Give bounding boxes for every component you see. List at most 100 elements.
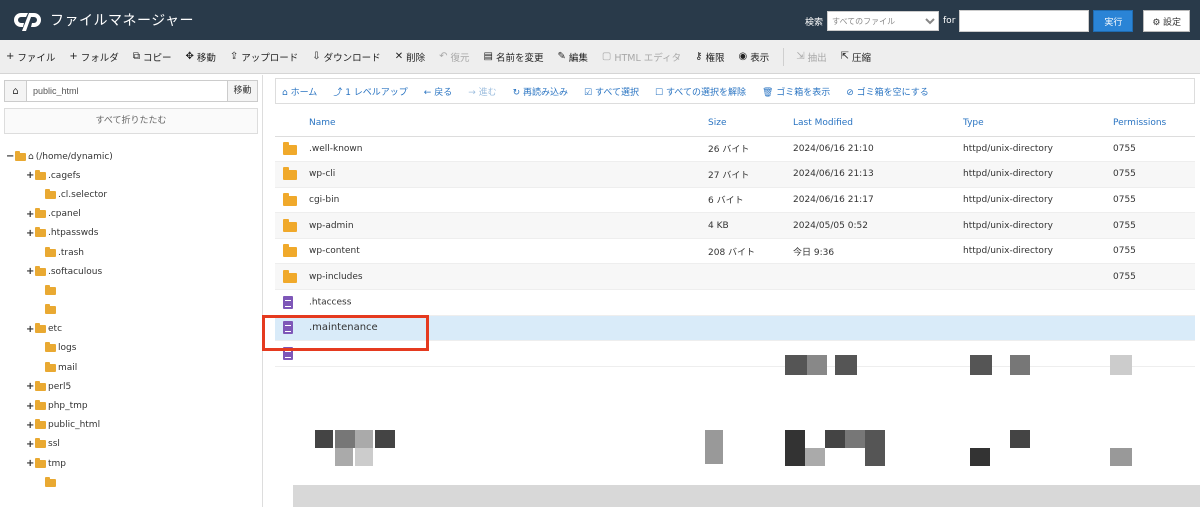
toolbar-button-plus[interactable]: + ファイル (6, 50, 55, 64)
action-forward[interactable]: → 進む (468, 85, 496, 98)
expand-toggle-icon[interactable]: + (26, 266, 35, 277)
expand-toggle-icon[interactable]: + (26, 324, 35, 335)
action-trash[interactable]: 🗑 ゴミ箱を表示 (762, 85, 830, 98)
folder-icon (45, 188, 56, 199)
expand-toggle-icon[interactable]: + (26, 458, 35, 469)
tree-item[interactable]: + php_tmp (6, 396, 113, 415)
expand-toggle-icon[interactable]: + (26, 381, 35, 392)
settings-button[interactable]: ⚙ 設定 (1143, 10, 1190, 32)
toolbar-button-view[interactable]: ◉ 表示 (738, 50, 769, 64)
view-icon: ◉ (738, 51, 748, 62)
extract-icon: ⇲ (796, 51, 805, 62)
path-input[interactable] (27, 82, 227, 100)
toolbar-button-plus[interactable]: + フォルダ (69, 50, 118, 64)
column-size[interactable]: Size (700, 110, 785, 137)
cell-type: httpd/unix-directory (963, 194, 1053, 205)
action-empty-trash[interactable]: ⊘ ゴミ箱を空にする (846, 85, 929, 98)
table-row[interactable]: .maintenance (275, 315, 1195, 341)
tree-item[interactable]: + .softaculous (6, 262, 113, 281)
action-home[interactable]: ⌂ ホーム (282, 85, 317, 98)
upload-icon: ⇪ (229, 51, 239, 62)
cell-last-modified: 2024/05/05 0:52 (793, 220, 868, 231)
action-level-up[interactable]: ⤴ 1 レベルアップ (333, 85, 407, 98)
home-icon[interactable]: ⌂ (5, 81, 27, 101)
toolbar-button-compress[interactable]: ⇱ 圧縮 (841, 50, 871, 64)
expand-toggle-icon[interactable]: + (26, 439, 35, 450)
action-label: ゴミ箱を空にする (856, 87, 929, 98)
toolbar-button-restore[interactable]: ↶ 復元 (439, 50, 469, 64)
column-name[interactable]: Name (275, 110, 700, 137)
tree-item[interactable] (6, 301, 113, 320)
pixelated-block (355, 430, 373, 448)
expand-toggle-icon[interactable]: + (26, 170, 35, 181)
toolbar-button-copy[interactable]: ⧉ コピー (133, 50, 172, 64)
horizontal-scrollbar[interactable] (293, 485, 1200, 507)
tree-item[interactable] (6, 281, 113, 300)
table-row[interactable] (275, 341, 1195, 367)
tree-item-label: .htpasswds (48, 228, 99, 239)
pixelated-block (845, 430, 865, 448)
tree-item[interactable]: + ssl (6, 435, 113, 454)
home-icon: ⌂ (28, 151, 34, 162)
cpanel-logo[interactable]: ファイルマネージャー (10, 7, 194, 33)
expand-toggle-icon[interactable]: − (6, 151, 15, 162)
toolbar-button-edit[interactable]: ✎ 編集 (557, 50, 587, 64)
pixelated-block (835, 355, 857, 375)
toolbar-button-extract[interactable]: ⇲ 抽出 (796, 50, 826, 64)
trash-icon: 🗑 (761, 87, 777, 98)
column-permissions[interactable]: Permissions (1105, 110, 1195, 137)
action-back[interactable]: ← 戻る (424, 85, 452, 98)
toolbar-label: 編集 (568, 52, 588, 64)
expand-toggle-icon[interactable]: + (26, 420, 35, 431)
expand-toggle-icon[interactable]: + (26, 228, 35, 239)
column-last-modified[interactable]: Last Modified (785, 110, 955, 137)
level-up-icon: ⤴ (333, 87, 346, 98)
tree-item[interactable]: + .htpasswds (6, 224, 113, 243)
toolbar-button-html-editor[interactable]: ▢ HTML エディタ (602, 50, 681, 64)
table-row[interactable]: .well-known 26 バイト 2024/06/16 21:10 httpd/u… (275, 136, 1195, 162)
toolbar-button-download[interactable]: ⇩ ダウンロード (312, 50, 380, 64)
toolbar-button-delete[interactable]: ✕ 削除 (395, 50, 425, 64)
tree-item[interactable]: .cl.selector (6, 185, 113, 204)
action-unselect[interactable]: ☐ すべての選択を解除 (655, 85, 746, 98)
table-row[interactable]: wp-includes 0755 (275, 263, 1195, 290)
folder-icon (45, 304, 56, 315)
expand-toggle-icon[interactable]: + (26, 401, 35, 412)
tree-item[interactable]: + tmp (6, 454, 113, 473)
table-row[interactable]: wp-admin 4 KB 2024/05/05 0:52 httpd/unix-di… (275, 212, 1195, 239)
tree-item-label: tmp (48, 458, 67, 469)
toolbar-button-move[interactable]: ✥ 移動 (185, 50, 215, 64)
folder-icon (35, 208, 46, 219)
tree-item[interactable]: + .cpanel (6, 205, 113, 224)
pixelated-block (785, 430, 805, 466)
table-row[interactable]: .htaccess (275, 290, 1195, 316)
tree-item[interactable]: + etc (6, 320, 113, 339)
expand-toggle-icon[interactable]: + (26, 209, 35, 220)
tree-item[interactable]: mail (6, 358, 113, 377)
tree-item[interactable]: + public_html (6, 416, 113, 435)
toolbar-button-permissions[interactable]: ⚷ 権限 (695, 50, 724, 64)
toolbar-button-upload[interactable]: ⇪ アップロード (230, 50, 298, 64)
toolbar-button-rename[interactable]: ▤ 名前を変更 (484, 50, 544, 64)
action-reload[interactable]: ↻ 再読み込み (513, 85, 568, 98)
collapse-all-button[interactable]: すべて折りたたむ (4, 108, 258, 134)
search-scope-select[interactable]: すべてのファイル (827, 11, 940, 31)
table-row[interactable]: wp-cli 27 バイト 2024/06/16 21:13 httpd/unix-d… (275, 161, 1195, 188)
tree-item[interactable]: .trash (6, 243, 113, 262)
path-go-button[interactable]: 移動 (227, 81, 257, 101)
settings-label: 設定 (1162, 16, 1181, 27)
tree-item[interactable]: logs (6, 339, 113, 358)
tree-item[interactable] (6, 473, 113, 492)
table-row[interactable]: wp-content 208 バイト 今日 9:36 httpd/unix-direc… (275, 238, 1195, 264)
action-select-all[interactable]: ☑ すべて選択 (584, 85, 639, 98)
cell-last-modified: 2024/06/16 21:17 (793, 194, 874, 205)
search-input[interactable] (959, 10, 1090, 32)
tree-item[interactable]: − ⌂ (/home/dynamic) (6, 147, 113, 166)
search-go-button[interactable]: 実行 (1093, 10, 1134, 32)
folder-icon (283, 269, 297, 283)
column-type[interactable]: Type (955, 110, 1105, 137)
folder-icon (45, 246, 56, 257)
tree-item[interactable]: + perl5 (6, 377, 113, 396)
table-row[interactable]: cgi-bin 6 バイト 2024/06/16 21:17 httpd/unix-d… (275, 187, 1195, 213)
tree-item[interactable]: + .cagefs (6, 166, 113, 185)
